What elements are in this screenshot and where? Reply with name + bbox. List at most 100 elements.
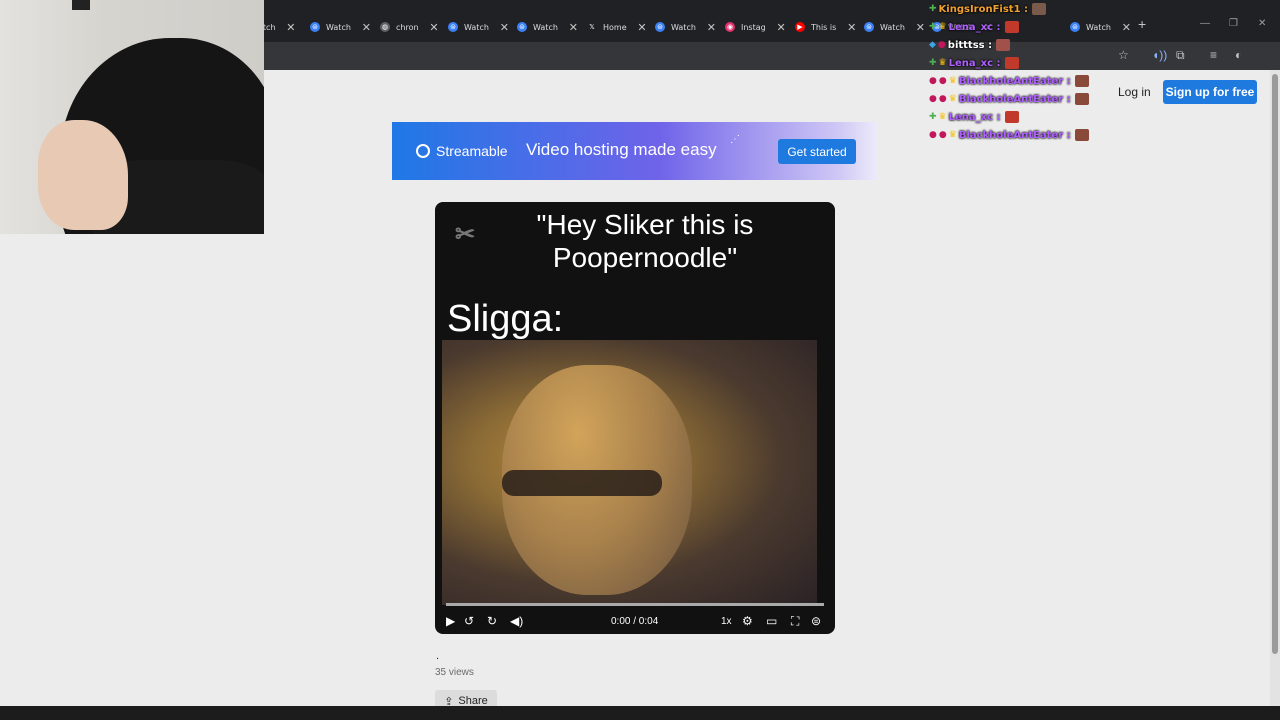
reading-list-icon[interactable]: ≡ (1210, 48, 1217, 62)
browser-tab-label: Watch (533, 22, 558, 32)
browser-tab[interactable]: ⊜ Watch ✕ (655, 14, 716, 40)
browser-tab[interactable]: ▶ This is ✕ (795, 14, 856, 40)
capcut-watermark-icon: ✂ (455, 221, 476, 248)
extensions-icon[interactable]: ⧉ (1176, 48, 1185, 63)
streamable-icon: ⊜ (517, 22, 527, 32)
chat-emote-icon (1032, 3, 1047, 15)
webcam-person-hand (38, 120, 128, 230)
new-tab-button[interactable]: + (1138, 16, 1146, 32)
video-frame (442, 340, 817, 605)
media-control-icon[interactable]: ◖)) (1152, 48, 1167, 62)
youtube-icon: ▶ (795, 22, 805, 32)
fullscreen-icon[interactable]: ⛶ (791, 614, 799, 629)
streamable-icon: ⊜ (310, 22, 320, 32)
streamable-player-icon[interactable]: ⊜ (811, 614, 821, 628)
chat-emote-icon (1074, 75, 1089, 87)
chat-message: ● ● ♛ BlackholeAntEater : (929, 72, 1089, 90)
tab-close-icon[interactable]: ✕ (777, 21, 786, 34)
video-label-sligga: Sligga: (447, 298, 564, 340)
chat-badge-icon: ● (938, 94, 947, 104)
browser-tab[interactable]: ◍ chron ✕ (380, 14, 439, 40)
chat-badge-icon: ● (938, 130, 947, 140)
chat-username: Lena_xc : (948, 57, 1001, 69)
tab-close-icon[interactable]: ✕ (847, 21, 856, 34)
browser-tab-label: Watch (326, 22, 351, 32)
volume-icon[interactable]: ◀) (510, 614, 523, 628)
play-icon[interactable]: ▶ (446, 614, 455, 628)
tab-close-icon[interactable]: ✕ (362, 21, 371, 34)
browser-tab[interactable]: ⊜ Watch ✕ (310, 14, 371, 40)
browser-tab-label: chron (396, 22, 419, 32)
tab-close-icon[interactable]: ✕ (916, 21, 925, 34)
streamable-banner[interactable]: Streamable Video hosting made easy ⋰ Get… (392, 122, 877, 180)
instagram-icon: ◉ (725, 22, 735, 32)
maximize-icon[interactable]: ❐ (1229, 18, 1238, 29)
webcam-object (72, 0, 90, 10)
get-started-button[interactable]: Get started (778, 139, 856, 164)
chat-username: Lena_xc : (948, 21, 1001, 33)
chat-username: bitttss : (947, 39, 993, 51)
chat-username: BlackholeAntEater : (958, 129, 1071, 141)
forward-icon[interactable]: ↻ (487, 614, 497, 628)
tab-close-icon[interactable]: ✕ (429, 21, 438, 34)
chat-message: ✚ ♛ Lena_xc : (929, 18, 1089, 36)
browser-tab[interactable]: ◉ Instag ✕ (725, 14, 786, 40)
profile-avatar[interactable]: ◐ (1235, 48, 1242, 62)
scrollbar-thumb[interactable] (1272, 74, 1278, 654)
chat-badge-icon: ● (929, 130, 937, 140)
video-controls: ▶ ↺ ↻ ◀) 0:00 / 0:04 1x ⚙ ▭ ⛶ ⊜ (435, 610, 835, 632)
tab-close-icon[interactable]: ✕ (707, 21, 716, 34)
browser-tab-label: Watch (464, 22, 489, 32)
login-link[interactable]: Log in (1118, 81, 1151, 103)
chat-emote-icon (1004, 111, 1019, 123)
browser-tab-label: Watch (880, 22, 905, 32)
x-icon: 𝕏 (587, 22, 597, 32)
browser-tab[interactable]: ⊜ Watch ✕ (864, 14, 925, 40)
tab-close-icon[interactable]: ✕ (637, 21, 646, 34)
chat-emote-icon (1074, 93, 1089, 105)
signup-button[interactable]: Sign up for free (1163, 80, 1257, 104)
video-progress-bar[interactable] (446, 603, 824, 606)
chat-badge-icon: ♛ (938, 22, 947, 32)
streamable-logo: Streamable (416, 143, 508, 159)
browser-tab[interactable]: ⊜ Watch ✕ (517, 14, 578, 40)
browser-tab[interactable]: ⊜ Watch ✕ (448, 14, 509, 40)
chat-message: ✚ ♛ Lena_xc : (929, 54, 1089, 72)
rewind-icon[interactable]: ↺ (464, 614, 474, 628)
bookmark-star-icon[interactable]: ☆ (1118, 48, 1129, 62)
video-caption-line-2: Poopernoodle" (552, 242, 738, 273)
chat-badge-icon: ● (929, 76, 937, 86)
chat-username: Lena_xc : (948, 111, 1001, 123)
chat-badge-icon: ✚ (929, 22, 937, 32)
tab-close-icon[interactable]: ✕ (1122, 21, 1131, 34)
chat-badge-icon: ♛ (938, 112, 947, 122)
settings-gear-icon[interactable]: ⚙ (742, 614, 753, 628)
chat-emote-icon (1004, 21, 1019, 33)
chat-badge-icon: ● (938, 76, 947, 86)
video-title: . (436, 650, 440, 662)
browser-tab-label: This is (811, 22, 837, 32)
streamable-icon: ⊜ (864, 22, 874, 32)
chat-badge-icon: ◆ (929, 40, 936, 50)
video-time: 0:00 / 0:04 (611, 616, 659, 627)
chat-badge-icon: ✚ (929, 112, 937, 122)
streamable-icon: ⊜ (448, 22, 458, 32)
chat-badge-icon: ♛ (948, 130, 957, 140)
playback-speed[interactable]: 1x (721, 616, 732, 627)
browser-tab-label: Instag (741, 22, 766, 32)
streamable-icon: ⊜ (655, 22, 665, 32)
browser-tab[interactable]: 𝕏 Home ✕ (587, 14, 647, 40)
video-player[interactable]: ✂ "Hey Sliker this is Poopernoodle" Slig… (435, 202, 835, 634)
chat-badge-icon: ● (929, 94, 937, 104)
tab-close-icon[interactable]: ✕ (500, 21, 509, 34)
tab-close-icon[interactable]: ✕ (286, 21, 295, 34)
chat-badge-icon: ♛ (948, 76, 957, 86)
close-window-icon[interactable]: ✕ (1258, 18, 1266, 29)
minimize-icon[interactable]: — (1200, 18, 1210, 29)
chat-badge-icon: ✚ (929, 4, 937, 14)
picture-in-picture-icon[interactable]: ▭ (766, 614, 777, 628)
browser-tab-label: Home (603, 22, 627, 32)
page-scrollbar[interactable] (1270, 70, 1280, 706)
chat-emote-icon (1004, 57, 1019, 69)
tab-close-icon[interactable]: ✕ (569, 21, 578, 34)
